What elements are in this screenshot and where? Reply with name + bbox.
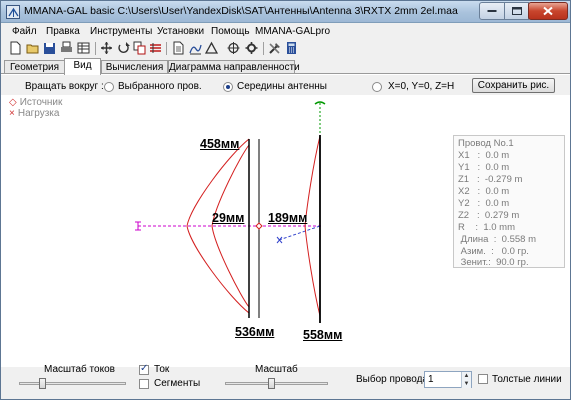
document-icon[interactable] [172,41,185,55]
move-icon[interactable] [100,41,113,55]
menu-tools[interactable]: Инструменты [90,26,152,37]
current-scale-thumb[interactable] [39,378,46,389]
wire-info-line: X2 : 0.0 m [458,186,510,197]
rotate-options-row: Вращать вокруг : Выбранного пров. Середи… [1,75,570,95]
radio-selected-wire[interactable] [104,82,114,92]
spin-up-icon[interactable]: ▲ [461,372,471,380]
toolbar-separator [166,42,167,55]
print-icon[interactable] [60,41,73,55]
ruler-icon[interactable] [189,41,202,55]
copy-icon[interactable] [133,41,146,55]
wire-info-line: Z2 : 0.279 m [458,210,520,221]
menu-mmana-gal-pro[interactable]: MMANA-GALpro [255,26,330,37]
toolbar-separator [95,42,96,55]
wire-info-line: X1 : 0.0 m [458,150,510,161]
wire-info-line: Длина : 0.558 m [458,234,536,245]
triangle-icon[interactable] [205,41,218,55]
window-title: MMANA-GAL basic C:\Users\User\YandexDisk… [24,5,458,17]
wire-select-spinner[interactable]: 1 ▲ ▼ [424,371,472,388]
wire-info-line: Провод No.1 [458,138,514,149]
radio-origin[interactable] [372,82,382,92]
dim-bottom-left: 536мм [235,325,275,339]
rotate-icon[interactable] [117,41,130,55]
menu-help[interactable]: Помощь [211,26,250,37]
radio-antenna-center-label[interactable]: Середины антенны [237,81,327,92]
settings-icon[interactable] [245,41,258,55]
title-bar[interactable]: MMANA-GAL basic C:\Users\User\YandexDisk… [1,1,570,23]
wires-icon[interactable] [149,41,162,55]
scale-slider[interactable] [225,382,328,385]
tab-calculations[interactable]: Вычисления [101,60,168,74]
main-window: MMANA-GAL basic C:\Users\User\YandexDisk… [0,0,571,400]
radio-origin-label[interactable]: X=0, Y=0, Z=H [388,81,454,92]
current-checkbox[interactable] [139,363,149,375]
wire-info-line: Y1 : 0.0 m [458,162,510,173]
source-marker [255,222,263,230]
wire-select-label: Выбор провода [356,374,428,385]
tab-view[interactable]: Вид [64,58,101,75]
menu-file[interactable]: Файл [12,26,37,37]
open-folder-icon[interactable] [26,41,39,55]
y-axis-line [278,225,321,241]
tab-geometry[interactable]: Геометрия [4,60,65,74]
menu-settings[interactable]: Установки [157,26,204,37]
save-icon[interactable] [43,41,56,55]
wire-info-line: Z1 : -0.279 m [458,174,523,185]
dim-top-left: 458мм [200,137,240,151]
y-axis-marker [276,236,283,244]
table-icon[interactable] [77,41,90,55]
current-scale-slider[interactable] [19,382,126,385]
app-icon [6,5,20,19]
scale-thumb[interactable] [268,378,276,389]
new-file-icon[interactable] [9,41,22,55]
toolbar-separator [263,42,264,55]
calculator-icon[interactable] [285,41,298,55]
minimize-button[interactable] [479,2,505,20]
target-icon[interactable] [227,41,240,55]
wire-info-line: R : 1.0 mm [458,222,516,233]
save-picture-button[interactable]: Сохранить рис. [472,78,555,93]
current-checkbox-label[interactable]: Ток [154,364,169,375]
maximize-button[interactable] [504,2,529,20]
dim-spacing-small: 29мм [212,211,245,225]
segments-checkbox[interactable] [139,379,149,389]
menu-bar: Файл Правка Инструменты Установки Помощь… [1,23,570,40]
close-button[interactable] [528,2,568,20]
spin-down-icon[interactable]: ▼ [461,380,471,388]
menu-edit[interactable]: Правка [46,26,80,37]
rotate-label: Вращать вокруг : [25,81,104,92]
tab-radiation-pattern[interactable]: Диаграмма направленности [168,60,300,74]
tab-bar: Геометрия Вид Вычисления Диаграмма напра… [1,58,570,75]
dim-spacing-large: 189мм [268,211,308,225]
wire-info-line: Зенит.: 90.0 гр. [458,257,529,268]
scale-label: Масштаб [255,364,298,375]
wire-info-line: Y2 : 0.0 m [458,198,510,209]
radio-selected-wire-label[interactable]: Выбранного пров. [118,81,202,92]
segments-checkbox-label[interactable]: Сегменты [154,378,200,389]
toolbar [1,40,570,58]
radio-antenna-center[interactable] [223,82,233,92]
wire-select-value[interactable]: 1 [428,374,434,385]
bottom-controls: Масштаб токов Ток Сегменты Масштаб Выбор… [1,363,570,399]
tools-icon[interactable] [268,41,281,55]
thick-lines-label[interactable]: Толстые линии [492,374,562,385]
wire-info-panel: Провод No.1 X1 : 0.0 m Y1 : 0.0 m Z1 : -… [453,135,565,268]
dim-bottom-right: 558мм [303,328,343,342]
wire-info-line: Азим. : 0.0 гр. [458,246,529,257]
current-curve-driven [304,135,321,317]
thick-lines-checkbox[interactable] [478,374,488,384]
current-scale-label: Масштаб токов [44,364,115,375]
